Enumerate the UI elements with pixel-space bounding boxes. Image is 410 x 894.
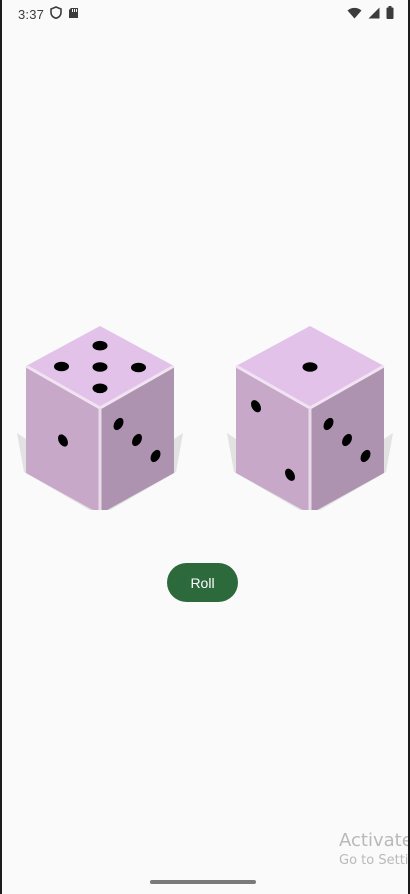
left-die-top-pip-1 xyxy=(54,361,69,372)
battery-icon xyxy=(386,6,394,22)
status-left: 3:37 xyxy=(18,6,79,22)
left-die-top-pip-5 xyxy=(131,362,146,373)
left-die-top-pip-4 xyxy=(92,383,108,394)
die-right-graphic xyxy=(226,326,394,510)
shield-icon xyxy=(50,6,62,22)
signal-icon xyxy=(368,7,380,22)
roll-button[interactable]: Roll xyxy=(167,563,238,602)
activate-windows-watermark: Activate Go to Setti xyxy=(339,831,408,868)
die-right xyxy=(224,318,396,510)
status-right xyxy=(347,6,394,22)
die-left-graphic xyxy=(16,326,184,510)
dice-area xyxy=(2,300,408,520)
status-bar: 3:37 xyxy=(2,0,408,28)
wifi-icon xyxy=(347,7,362,22)
status-time: 3:37 xyxy=(18,6,45,22)
right-die-top-pip-1 xyxy=(302,362,318,372)
watermark-title: Activate xyxy=(339,830,408,851)
app-screen: 3:37 Roll Activate Go to Setti xyxy=(2,0,408,894)
watermark-subtitle: Go to Setti xyxy=(339,852,408,868)
left-die-top-pip-3 xyxy=(92,362,108,372)
navigation-handle[interactable] xyxy=(150,880,256,884)
die-left xyxy=(14,318,186,510)
sd-card-icon xyxy=(68,7,79,22)
left-die-top-pip-2 xyxy=(92,340,108,351)
